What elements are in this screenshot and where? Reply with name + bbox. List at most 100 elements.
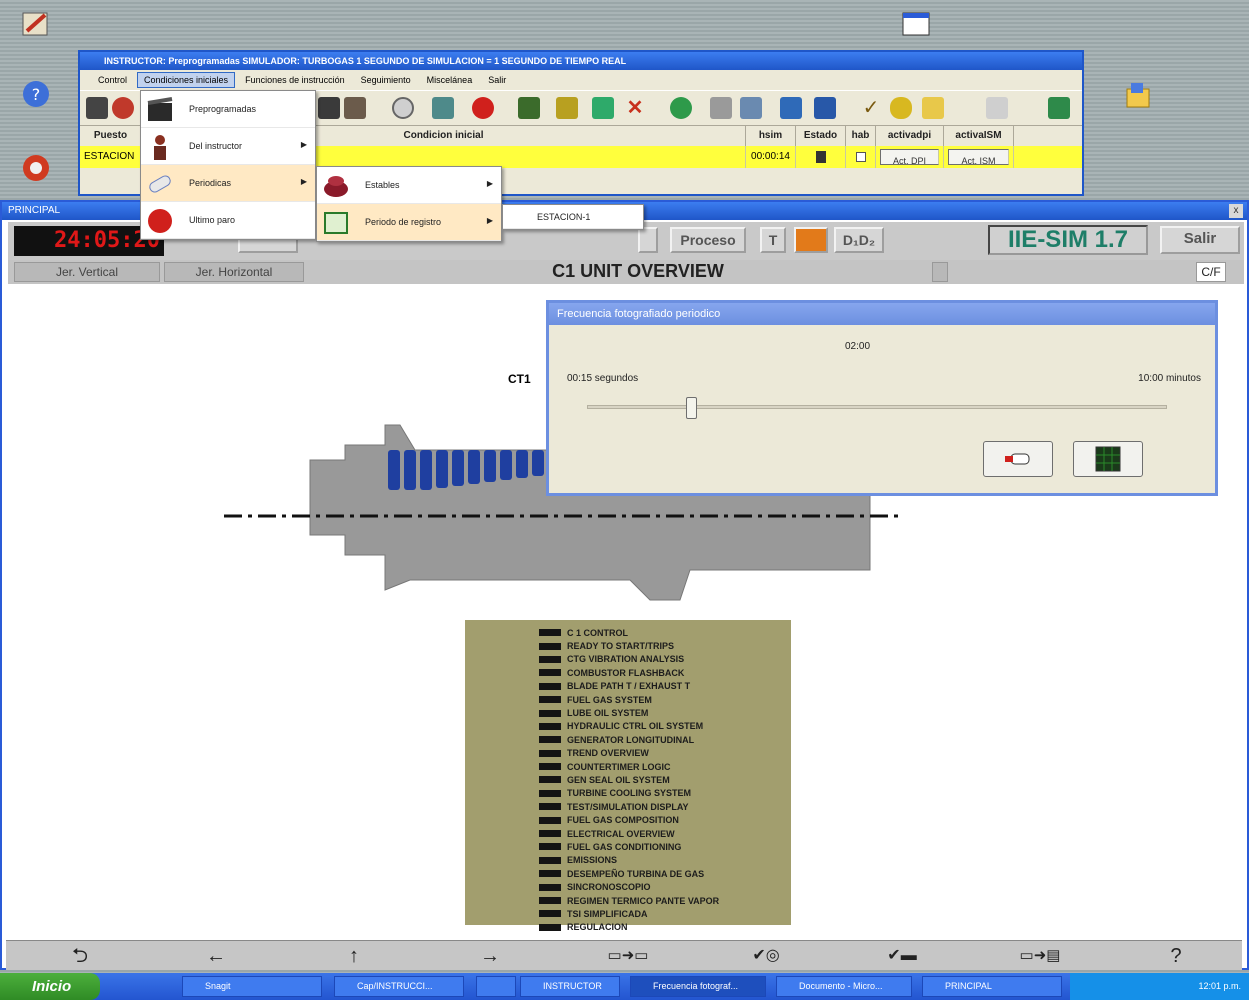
help-button[interactable]: ? xyxy=(1116,943,1236,969)
cancel-button[interactable] xyxy=(983,441,1053,477)
task-capture[interactable]: Cap/INSTRUCCI... xyxy=(334,976,464,997)
desktop-app-icon[interactable] xyxy=(14,2,58,46)
menu-seguimiento[interactable]: Seguimiento xyxy=(355,73,417,87)
display-menu-item[interactable]: EMISSIONS xyxy=(539,854,791,867)
display-menu-item[interactable]: BLADE PATH T / EXHAUST T xyxy=(539,680,791,693)
monitor-to-monitor-icon[interactable]: ▭➜▭ xyxy=(568,943,688,969)
table-icon[interactable] xyxy=(710,97,732,119)
display-menu-item[interactable]: DESEMPEÑO TURBINA DE GAS xyxy=(539,867,791,880)
page-small-button[interactable] xyxy=(932,262,948,282)
menu-item-estacion-1[interactable]: ESTACION-1 xyxy=(503,205,643,229)
folder-open-icon[interactable] xyxy=(922,97,944,119)
desktop-window-icon[interactable] xyxy=(894,2,938,46)
record-icon[interactable] xyxy=(472,97,494,119)
start-button[interactable]: Inicio xyxy=(0,973,100,1000)
traffic-light-icon[interactable] xyxy=(86,97,108,119)
chart-icon[interactable] xyxy=(518,97,540,119)
desktop-help-icon[interactable]: ? xyxy=(14,72,58,116)
menu-miscelanea[interactable]: Miscelánea xyxy=(421,73,479,87)
disabled-tool-icon[interactable] xyxy=(986,97,1008,119)
display-menu-item[interactable]: COUNTERTIMER LOGIC xyxy=(539,760,791,773)
accept-button[interactable] xyxy=(1073,441,1143,477)
display-menu-item[interactable]: CTG VIBRATION ANALYSIS xyxy=(539,653,791,666)
display-menu-item[interactable]: FUEL GAS CONDITIONING xyxy=(539,840,791,853)
left-arrow-icon[interactable]: ← xyxy=(156,943,276,969)
unnamed-button-2[interactable] xyxy=(638,227,658,253)
act-ism-button[interactable]: Act. ISM xyxy=(948,149,1009,166)
display-menu-item[interactable]: TREND OVERVIEW xyxy=(539,747,791,760)
exit-door-icon[interactable] xyxy=(1048,97,1070,119)
tab-jer-vertical[interactable]: Jer. Vertical xyxy=(14,262,160,282)
screen-icon[interactable] xyxy=(780,97,802,119)
monitor-icon[interactable] xyxy=(592,97,614,119)
menu-bullet-icon xyxy=(539,910,561,918)
check-icon[interactable]: ✓ xyxy=(860,97,882,119)
task-instructor[interactable]: INSTRUCTOR xyxy=(520,976,620,997)
recorder-icon[interactable] xyxy=(344,97,366,119)
menu-item-preprogramadas[interactable]: Preprogramadas xyxy=(141,91,315,128)
hab-checkbox[interactable] xyxy=(846,146,876,168)
display-menu-item[interactable]: FUEL GAS COMPOSITION xyxy=(539,813,791,826)
glasses-icon[interactable] xyxy=(890,97,912,119)
t-button[interactable]: T xyxy=(760,227,786,253)
desktop-network-icon[interactable] xyxy=(14,146,58,190)
monitor-to-printer-icon[interactable]: ▭➜▤ xyxy=(980,943,1100,969)
right-arrow-icon[interactable]: → xyxy=(430,943,550,969)
desktop-folder-icon[interactable] xyxy=(1116,74,1160,118)
delete-icon[interactable]: ✕ xyxy=(624,97,646,119)
tab-jer-horizontal[interactable]: Jer. Horizontal xyxy=(164,262,304,282)
menu-item-periodo-registro[interactable]: Periodo de registro ▶ xyxy=(317,204,501,241)
check-line-icon[interactable]: ✔▬ xyxy=(842,943,962,969)
display-menu-item[interactable]: SINCRONOSCOPIO xyxy=(539,880,791,893)
display-menu-item[interactable]: HYDRAULIC CTRL OIL SYSTEM xyxy=(539,720,791,733)
clock-icon[interactable] xyxy=(392,97,414,119)
menu-item-periodicas[interactable]: Periodicas ▶ xyxy=(141,165,315,202)
refresh-icon[interactable] xyxy=(112,97,134,119)
up-arrow-icon[interactable]: ↑ xyxy=(294,943,414,969)
task-blank[interactable] xyxy=(476,976,516,997)
task-snagit[interactable]: Snagit xyxy=(182,976,322,997)
close-button[interactable]: x xyxy=(1229,204,1243,218)
task-principal[interactable]: PRINCIPAL xyxy=(922,976,1062,997)
menu-bullet-icon xyxy=(539,856,561,864)
camera-icon[interactable] xyxy=(318,97,340,119)
back-return-icon[interactable]: ⮌ xyxy=(20,943,140,969)
display-menu-item[interactable]: GENERATOR LONGITUDINAL xyxy=(539,733,791,746)
display-menu-item[interactable]: READY TO START/TRIPS xyxy=(539,639,791,652)
frequency-slider[interactable] xyxy=(587,405,1167,409)
display-menu-item[interactable]: TEST/SIMULATION DISPLAY xyxy=(539,800,791,813)
menu-control[interactable]: Control xyxy=(92,73,133,87)
display-menu-item[interactable]: LUBE OIL SYSTEM xyxy=(539,706,791,719)
display-menu-item[interactable]: REGULACION xyxy=(539,921,791,934)
d-button[interactable]: D₁D₂ xyxy=(834,227,884,253)
window-grid-icon[interactable] xyxy=(814,97,836,119)
act-dpi-button[interactable]: Act. DPI xyxy=(880,149,939,166)
display-menu-item[interactable]: COMBUSTOR FLASHBACK xyxy=(539,666,791,679)
display-menu-item[interactable]: TSI SIMPLIFICADA xyxy=(539,907,791,920)
menu-condiciones-iniciales[interactable]: Condiciones iniciales xyxy=(137,72,236,88)
display-menu-item[interactable]: REGIMEN TERMICO PANTE VAPOR xyxy=(539,894,791,907)
display-menu-item[interactable]: GEN SEAL OIL SYSTEM xyxy=(539,773,791,786)
menu-item-ultimo-paro[interactable]: Ultimo paro xyxy=(141,202,315,239)
menu-salir[interactable]: Salir xyxy=(482,73,512,87)
menu-funciones-instruccion[interactable]: Funciones de instrucción xyxy=(239,73,351,87)
salir-button[interactable]: Salir xyxy=(1160,226,1240,254)
menu-bullet-icon xyxy=(539,655,561,663)
menu-item-del-instructor[interactable]: Del instructor ▶ xyxy=(141,128,315,165)
alarm-button[interactable] xyxy=(794,227,828,253)
slider-thumb[interactable] xyxy=(685,397,697,419)
globe-icon[interactable] xyxy=(670,97,692,119)
graph-icon[interactable] xyxy=(556,97,578,119)
display-menu-item[interactable]: ELECTRICAL OVERVIEW xyxy=(539,827,791,840)
menu-item-estables[interactable]: Estables ▶ xyxy=(317,167,501,204)
display-menu-item[interactable]: TURBINE COOLING SYSTEM xyxy=(539,787,791,800)
menu-item-label: Del instructor xyxy=(189,141,243,151)
list-icon[interactable] xyxy=(740,97,762,119)
task-documento[interactable]: Documento - Micro... xyxy=(776,976,912,997)
tape-icon[interactable] xyxy=(432,97,454,119)
task-frecuencia[interactable]: Frecuencia fotograf... xyxy=(630,976,766,997)
display-menu-item[interactable]: C 1 CONTROL xyxy=(539,626,791,639)
proceso-button[interactable]: Proceso xyxy=(670,227,746,253)
check-target-icon[interactable]: ✔◎ xyxy=(706,943,826,969)
display-menu-item[interactable]: FUEL GAS SYSTEM xyxy=(539,693,791,706)
